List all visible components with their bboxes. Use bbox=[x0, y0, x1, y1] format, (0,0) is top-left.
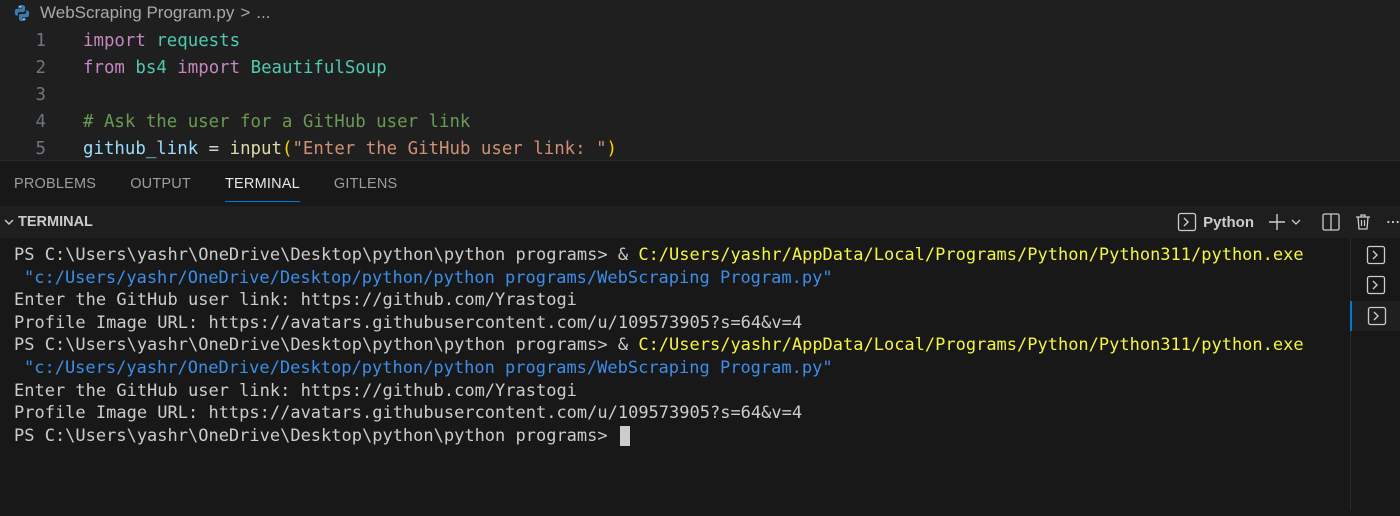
plus-icon bbox=[1269, 214, 1285, 230]
terminal-cursor bbox=[619, 425, 630, 446]
terminal-icon bbox=[1366, 245, 1386, 265]
new-terminal-button[interactable] bbox=[1268, 213, 1286, 231]
code-token: requests bbox=[156, 31, 241, 51]
code-token: # Ask the user for a GitHub user link bbox=[83, 112, 471, 132]
terminal-text: Profile Image URL: https://avatars.githu… bbox=[14, 403, 803, 424]
code-token: github_link bbox=[83, 139, 199, 159]
tab-terminal[interactable]: TERMINAL bbox=[225, 161, 300, 207]
terminal-instance-2[interactable] bbox=[1351, 270, 1400, 300]
terminal-actions: Python bbox=[1169, 206, 1400, 238]
line-number: 3 bbox=[35, 85, 46, 105]
tab-problems[interactable]: PROBLEMS bbox=[14, 161, 96, 207]
terminal-text: PS C:\Users\yashr\OneDrive\Desktop\pytho… bbox=[14, 335, 639, 356]
line-number: 2 bbox=[35, 58, 46, 78]
terminal-text: PS C:\Users\yashr\OneDrive\Desktop\pytho… bbox=[14, 245, 639, 265]
code-text: github_link = input("Enter the GitHub us… bbox=[83, 136, 617, 163]
terminal-icon bbox=[1367, 306, 1387, 326]
code-token: import bbox=[177, 58, 241, 78]
chevron-down-icon bbox=[4, 219, 14, 225]
chevron-down-icon bbox=[1291, 219, 1301, 225]
terminal-section-toggle[interactable]: TERMINAL bbox=[2, 214, 93, 230]
terminal-tabs-list bbox=[1350, 238, 1400, 510]
code-token: from bbox=[83, 58, 125, 78]
code-editor[interactable]: WebScraping Program.py > ... 1 import req… bbox=[0, 0, 1400, 160]
launch-profile-dropdown[interactable] bbox=[1290, 216, 1302, 228]
terminal-text: Profile Image URL: https://avatars.githu… bbox=[14, 312, 803, 333]
code-token: "Enter the GitHub user link: " bbox=[292, 139, 607, 159]
terminal-line: Enter the GitHub user link: https://gith… bbox=[0, 380, 1350, 403]
code-text: from bs4 import BeautifulSoup bbox=[83, 55, 387, 82]
breadcrumb-symbols[interactable]: ... bbox=[256, 3, 270, 23]
code-token: import bbox=[83, 31, 146, 51]
code-token: ( bbox=[281, 139, 293, 159]
line-number: 1 bbox=[35, 31, 46, 51]
terminal-title: TERMINAL bbox=[18, 214, 93, 230]
terminal-line: Enter the GitHub user link: https://gith… bbox=[0, 289, 1350, 312]
trash-icon bbox=[1356, 214, 1370, 230]
terminal-text: C:/Users/yashr/AppData/Local/Programs/Py… bbox=[638, 245, 1304, 265]
terminal-text: PS C:\Users\yashr\OneDrive\Desktop\pytho… bbox=[14, 425, 618, 446]
python-file-icon bbox=[12, 3, 32, 23]
terminal-line: PS C:\Users\yashr\OneDrive\Desktop\pytho… bbox=[0, 334, 1350, 357]
code-line[interactable]: 2 from bs4 import BeautifulSoup bbox=[0, 55, 1400, 82]
terminal-output[interactable]: PS C:\Users\yashr\OneDrive\Desktop\pytho… bbox=[0, 238, 1350, 516]
code-text: # Ask the user for a GitHub user link bbox=[83, 109, 470, 136]
terminal-instance-3[interactable] bbox=[1350, 301, 1400, 331]
terminal-line: PS C:\Users\yashr\OneDrive\Desktop\pytho… bbox=[0, 244, 1350, 267]
chevron-right-icon: > bbox=[240, 3, 251, 22]
breadcrumb-file[interactable]: WebScraping Program.py bbox=[40, 3, 234, 23]
code-token: BeautifulSoup bbox=[250, 58, 387, 78]
terminal-profile-label: Python bbox=[1203, 213, 1254, 231]
terminal-text: Enter the GitHub user link: https://gith… bbox=[14, 290, 577, 311]
code-line[interactable]: 4 # Ask the user for a GitHub user link bbox=[0, 109, 1400, 136]
terminal-line: "c:/Users/yashr/OneDrive/Desktop/python/… bbox=[0, 357, 1350, 380]
split-icon bbox=[1322, 213, 1340, 231]
terminal-header: TERMINAL Python bbox=[0, 206, 1400, 238]
panel-tab-bar: PROBLEMS OUTPUT TERMINAL GITLENS bbox=[0, 160, 1400, 207]
tab-gitlens[interactable]: GITLENS bbox=[334, 161, 397, 207]
code-token: ) bbox=[606, 139, 618, 159]
code-line[interactable]: 1 import requests bbox=[0, 28, 1400, 55]
code-token: bs4 bbox=[135, 58, 167, 78]
line-number: 4 bbox=[35, 112, 46, 132]
split-terminal-button[interactable] bbox=[1322, 213, 1340, 231]
terminal-line: "c:/Users/yashr/OneDrive/Desktop/python/… bbox=[0, 267, 1350, 290]
code-token: = bbox=[198, 139, 230, 159]
terminal-line: PS C:\Users\yashr\OneDrive\Desktop\pytho… bbox=[0, 425, 1350, 448]
code-line[interactable]: 5 github_link = input("Enter the GitHub u… bbox=[0, 136, 1400, 163]
code-token: input bbox=[229, 139, 282, 159]
terminal-text: "c:/Users/yashr/OneDrive/Desktop/python/… bbox=[24, 267, 833, 288]
terminal-line: Profile Image URL: https://avatars.githu… bbox=[0, 312, 1350, 335]
code-text: import requests bbox=[83, 28, 240, 55]
terminal-icon bbox=[1178, 212, 1197, 232]
line-number: 5 bbox=[35, 139, 46, 159]
terminal-instance-1[interactable] bbox=[1351, 240, 1400, 270]
tab-output[interactable]: OUTPUT bbox=[130, 161, 191, 207]
breadcrumb: WebScraping Program.py > ... bbox=[0, 0, 1400, 26]
terminal-line: Profile Image URL: https://avatars.githu… bbox=[0, 402, 1350, 425]
terminal-profile[interactable]: Python bbox=[1177, 212, 1254, 232]
terminal-text: "c:/Users/yashr/OneDrive/Desktop/python/… bbox=[24, 357, 833, 378]
terminal-text: Enter the GitHub user link: https://gith… bbox=[14, 380, 577, 401]
code-lines[interactable]: 1 import requests 2 from bs4 import Beautif… bbox=[0, 28, 1400, 163]
more-icon bbox=[1387, 220, 1399, 224]
more-actions-button[interactable] bbox=[1386, 213, 1400, 231]
code-line[interactable]: 3 bbox=[0, 82, 1400, 109]
kill-terminal-button[interactable] bbox=[1354, 213, 1372, 231]
terminal-text: C:/Users/yashr/AppData/Local/Programs/Py… bbox=[638, 335, 1304, 356]
terminal-icon bbox=[1366, 275, 1386, 295]
